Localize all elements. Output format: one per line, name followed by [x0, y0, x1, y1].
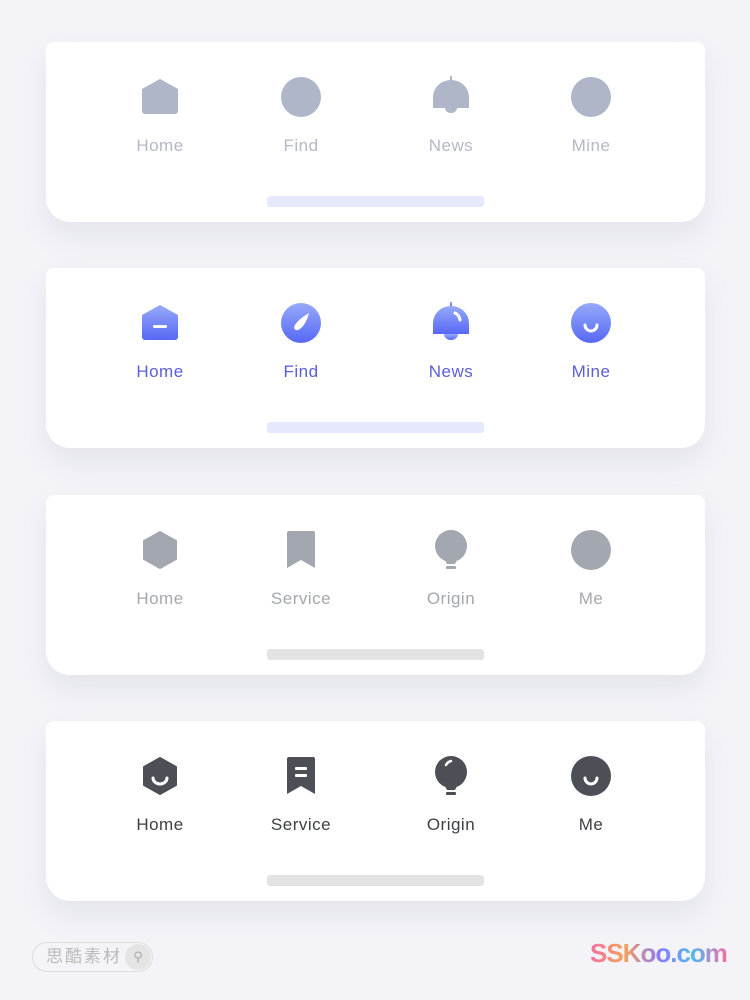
- tab-label: Origin: [426, 815, 476, 834]
- tabbar-inactive-gray: Home Service Origin Me: [46, 495, 705, 675]
- tab-label: Service: [270, 589, 332, 608]
- home-icon: [142, 305, 178, 340]
- tab-home[interactable]: Home: [100, 75, 220, 156]
- home-icon: [142, 79, 178, 114]
- bulb-icon: [435, 756, 467, 795]
- watermark-text: 思酷素材: [46, 947, 122, 966]
- user-icon: [571, 530, 611, 570]
- hexagon-smile-icon: [143, 757, 177, 795]
- bulb-icon: [435, 530, 467, 569]
- tab-label: Origin: [426, 589, 476, 608]
- tab-label: News: [428, 136, 474, 155]
- tab-label: Find: [283, 362, 319, 381]
- user-icon: [571, 77, 611, 117]
- compass-icon: [281, 303, 321, 343]
- tabbar-inactive-light: Home Find News Mine: [46, 42, 705, 222]
- home-indicator: [267, 196, 484, 207]
- bell-icon: [433, 76, 469, 115]
- tab-news[interactable]: News: [391, 75, 511, 156]
- search-icon: ⚲: [125, 944, 151, 970]
- home-indicator: [267, 875, 484, 886]
- tab-label: Find: [283, 136, 319, 155]
- tab-label: Home: [136, 136, 184, 155]
- hexagon-icon: [143, 531, 177, 569]
- tab-label: Me: [578, 589, 604, 608]
- tab-origin[interactable]: Origin: [391, 754, 511, 835]
- tab-label: Service: [270, 815, 332, 834]
- tab-label: Home: [136, 589, 184, 608]
- smile-icon: [571, 756, 611, 796]
- home-indicator: [267, 422, 484, 433]
- tab-mine[interactable]: Mine: [531, 75, 651, 156]
- bookmark-lines-icon: [287, 757, 315, 794]
- tab-label: Me: [578, 815, 604, 834]
- tab-label: Mine: [571, 136, 611, 155]
- smile-icon: [571, 303, 611, 343]
- tab-home[interactable]: Home: [100, 528, 220, 609]
- tab-origin[interactable]: Origin: [391, 528, 511, 609]
- tab-find[interactable]: Find: [241, 75, 361, 156]
- tab-label: Home: [136, 362, 184, 381]
- tab-me[interactable]: Me: [531, 754, 651, 835]
- tab-label: News: [428, 362, 474, 381]
- bell-icon: [433, 302, 469, 340]
- home-indicator: [267, 649, 484, 660]
- tab-find[interactable]: Find: [241, 301, 361, 382]
- find-icon: [281, 77, 321, 117]
- tab-service[interactable]: Service: [241, 528, 361, 609]
- tab-home[interactable]: Home: [100, 754, 220, 835]
- tabbar-active-gradient: Home Find News Mine: [46, 268, 705, 448]
- tab-service[interactable]: Service: [241, 754, 361, 835]
- tab-news[interactable]: News: [391, 301, 511, 382]
- tab-label: Home: [136, 815, 184, 834]
- tab-me[interactable]: Me: [531, 528, 651, 609]
- bookmark-icon: [287, 531, 315, 568]
- tab-home[interactable]: Home: [100, 301, 220, 382]
- tab-mine[interactable]: Mine: [531, 301, 651, 382]
- watermark-left: 思酷素材 ⚲: [32, 942, 153, 972]
- tab-label: Mine: [571, 362, 611, 381]
- watermark-logo: SSKoo.com: [590, 938, 728, 968]
- tabbar-active-dark: Home Service Origin Me: [46, 721, 705, 901]
